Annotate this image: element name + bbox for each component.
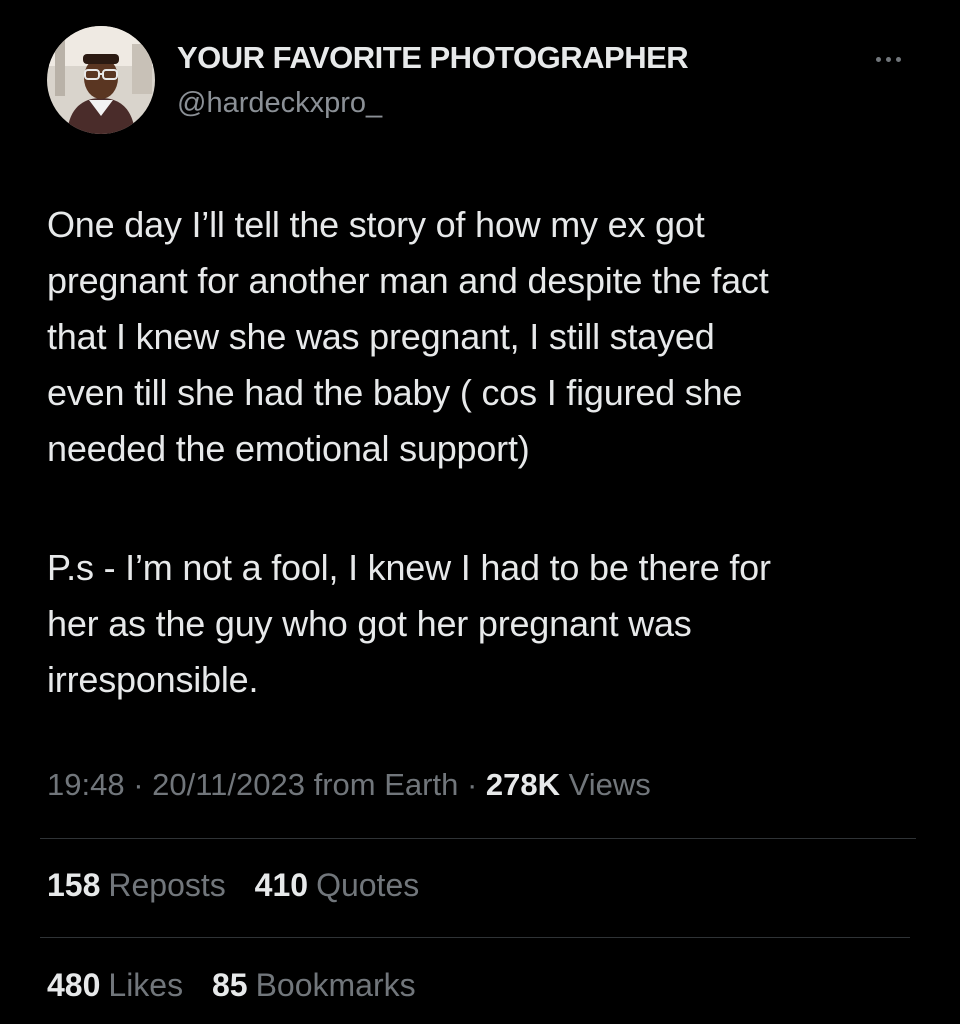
meta-separator: · [124, 767, 153, 802]
dot [875, 56, 881, 62]
tweet-time[interactable]: 19:48 [47, 767, 125, 802]
avatar[interactable] [47, 26, 155, 134]
divider [40, 838, 916, 839]
views-label: Views [560, 767, 651, 802]
dot [885, 56, 891, 62]
quotes-stat[interactable]: 410 Quotes [255, 867, 420, 904]
likes-label: Likes [108, 967, 184, 1003]
reposts-count: 158 [47, 867, 101, 903]
engagement-row-2: 480 Likes 85 Bookmarks [47, 967, 436, 1004]
bookmarks-label: Bookmarks [255, 967, 416, 1003]
tweet-detail: YOUR FAVORITE PHOTOGRAPHER @hardeckxpro_… [0, 0, 960, 1024]
likes-stat[interactable]: 480 Likes [47, 967, 183, 1004]
reposts-stat[interactable]: 158 Reposts [47, 867, 226, 904]
engagement-row-1: 158 Reposts 410 Quotes [47, 867, 439, 904]
tweet-text-paragraph-2: P.s - I’m not a fool, I knew I had to be… [47, 547, 771, 700]
quotes-count: 410 [254, 867, 309, 903]
reposts-label: Reposts [108, 867, 226, 903]
views-count: 278K [485, 767, 560, 802]
profile-photo [47, 26, 155, 134]
divider [40, 937, 910, 938]
tweet-text-paragraph-1: One day I’ll tell the story of how my ex… [47, 204, 769, 469]
quotes-label: Quotes [316, 867, 420, 903]
bookmarks-count: 85 [211, 967, 248, 1003]
meta-separator: · [458, 767, 486, 802]
author-display-name[interactable]: YOUR FAVORITE PHOTOGRAPHER [177, 40, 689, 76]
tweet-date[interactable]: 20/11/2023 [152, 767, 305, 802]
ellipsis-icon[interactable] [866, 44, 910, 74]
dot [895, 56, 901, 62]
likes-count: 480 [47, 967, 101, 1003]
author-handle[interactable]: @hardeckxpro_ [177, 87, 382, 120]
bookmarks-stat[interactable]: 85 Bookmarks [212, 967, 416, 1004]
tweet-meta: 19:48 · 20/11/2023 from Earth · 278K Vie… [47, 767, 651, 803]
tweet-source: from Earth [305, 767, 459, 802]
